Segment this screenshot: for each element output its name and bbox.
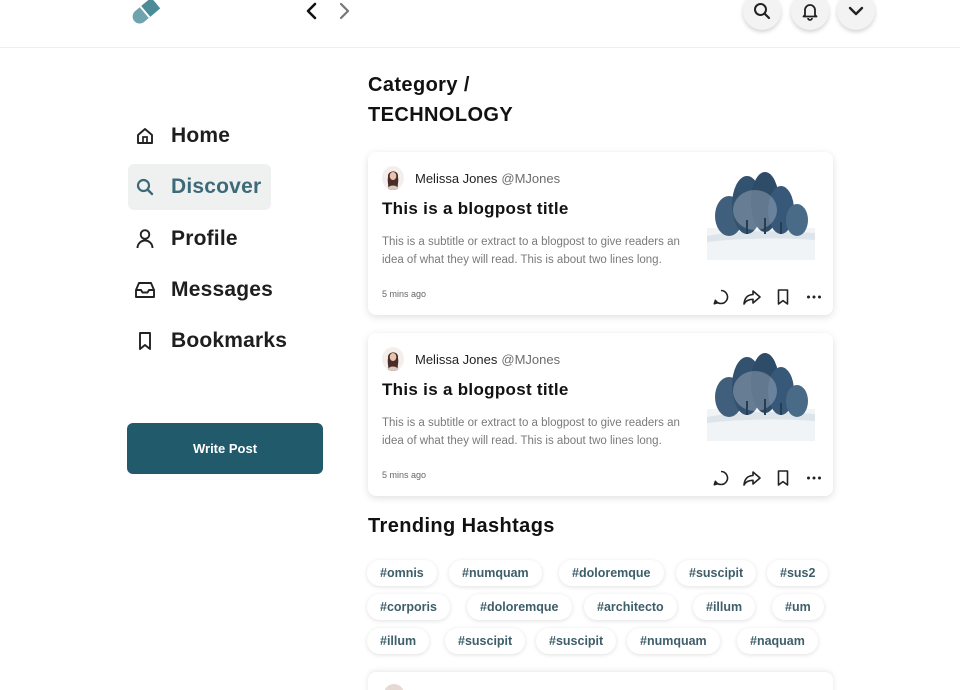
page-title: Category / TECHNOLOGY <box>368 70 513 130</box>
sidebar-item-label: Home <box>171 124 231 147</box>
sidebar-item-home[interactable]: Home <box>128 113 328 159</box>
search-button[interactable] <box>743 0 781 30</box>
write-post-button[interactable]: Write Post <box>127 423 323 474</box>
hashtag-chip[interactable]: #illum <box>367 628 430 654</box>
avatar[interactable] <box>384 684 404 690</box>
chevron-right-icon[interactable] <box>333 0 355 22</box>
sidebar-item-profile[interactable]: Profile <box>128 216 328 262</box>
hashtag-chip[interactable]: #suscipit <box>676 560 757 586</box>
home-icon <box>134 125 156 147</box>
share-icon[interactable] <box>740 285 764 309</box>
post-subtitle: This is a subtitle or extract to a blogp… <box>382 236 680 266</box>
comment-icon[interactable] <box>709 466 733 490</box>
hashtag-chip[interactable]: #doloremque <box>467 594 572 620</box>
hashtag-chip[interactable]: #numquam <box>627 628 720 654</box>
post-card[interactable] <box>368 672 833 690</box>
trending-hashtags-heading: Trending Hashtags <box>368 515 555 537</box>
hashtag-chip[interactable]: #sus2 <box>767 560 829 586</box>
sidebar-item-label: Discover <box>171 175 262 198</box>
hashtag-chip[interactable]: #naquam <box>737 628 818 654</box>
pill-icon[interactable] <box>126 0 164 30</box>
more-horizontal-icon[interactable] <box>802 466 826 490</box>
share-icon[interactable] <box>740 466 764 490</box>
sidebar-item-label: Bookmarks <box>171 329 288 352</box>
top-bar <box>0 0 960 48</box>
post-timestamp: 5 mins ago <box>382 470 427 480</box>
chevron-down-icon <box>848 6 864 16</box>
hashtag-chip[interactable]: #illum <box>693 594 756 620</box>
bell-icon <box>802 4 818 21</box>
bookmark-icon[interactable] <box>771 466 795 490</box>
bookmark-icon <box>134 330 156 352</box>
account-menu-button[interactable] <box>837 0 875 30</box>
user-icon <box>134 228 156 250</box>
author-handle[interactable]: @MJones <box>501 352 560 367</box>
author-handle[interactable]: @MJones <box>501 171 560 186</box>
author-name[interactable]: Melissa Jones <box>415 171 497 186</box>
post-card[interactable]: Melissa Jones @MJones This is a blogpost… <box>368 333 833 496</box>
sidebar-item-discover[interactable]: Discover <box>128 164 271 210</box>
post-subtitle: This is a subtitle or extract to a blogp… <box>382 417 680 447</box>
hashtag-chip[interactable]: #um <box>772 594 824 620</box>
sidebar-item-messages[interactable]: Messages <box>128 267 328 313</box>
chevron-left-icon[interactable] <box>301 0 323 22</box>
inbox-icon <box>134 279 156 301</box>
hashtag-chip[interactable]: #doloremque <box>559 560 664 586</box>
hashtag-chip[interactable]: #omnis <box>367 560 437 586</box>
search-icon <box>134 176 156 198</box>
hashtag-chip[interactable]: #numquam <box>449 560 542 586</box>
hashtag-chip[interactable]: #suscipit <box>536 628 617 654</box>
sidebar-item-label: Messages <box>171 278 273 301</box>
category-name: TECHNOLOGY <box>368 104 514 126</box>
comment-icon[interactable] <box>709 285 733 309</box>
post-title[interactable]: This is a blogpost title <box>382 380 569 400</box>
post-title[interactable]: This is a blogpost title <box>382 199 569 219</box>
author-name[interactable]: Melissa Jones <box>415 352 497 367</box>
sidebar-item-bookmarks[interactable]: Bookmarks <box>128 318 328 364</box>
post-thumbnail[interactable] <box>707 351 815 441</box>
post-actions <box>709 285 826 309</box>
bookmark-icon[interactable] <box>771 285 795 309</box>
hashtag-chip[interactable]: #suscipit <box>445 628 526 654</box>
post-author[interactable]: Melissa Jones @MJones <box>382 166 560 190</box>
avatar[interactable] <box>382 347 404 371</box>
post-actions <box>709 466 826 490</box>
post-thumbnail[interactable] <box>707 170 815 260</box>
hashtag-chip[interactable]: #corporis <box>367 594 450 620</box>
post-timestamp: 5 mins ago <box>382 289 427 299</box>
more-horizontal-icon[interactable] <box>802 285 826 309</box>
sidebar-item-label: Profile <box>171 227 238 250</box>
post-author[interactable]: Melissa Jones @MJones <box>382 347 560 371</box>
search-icon <box>754 3 771 20</box>
notifications-button[interactable] <box>791 0 829 30</box>
avatar[interactable] <box>382 166 404 190</box>
category-breadcrumb: Category / <box>368 74 470 96</box>
post-card[interactable]: Melissa Jones @MJones This is a blogpost… <box>368 152 833 315</box>
hashtag-chip[interactable]: #architecto <box>584 594 677 620</box>
